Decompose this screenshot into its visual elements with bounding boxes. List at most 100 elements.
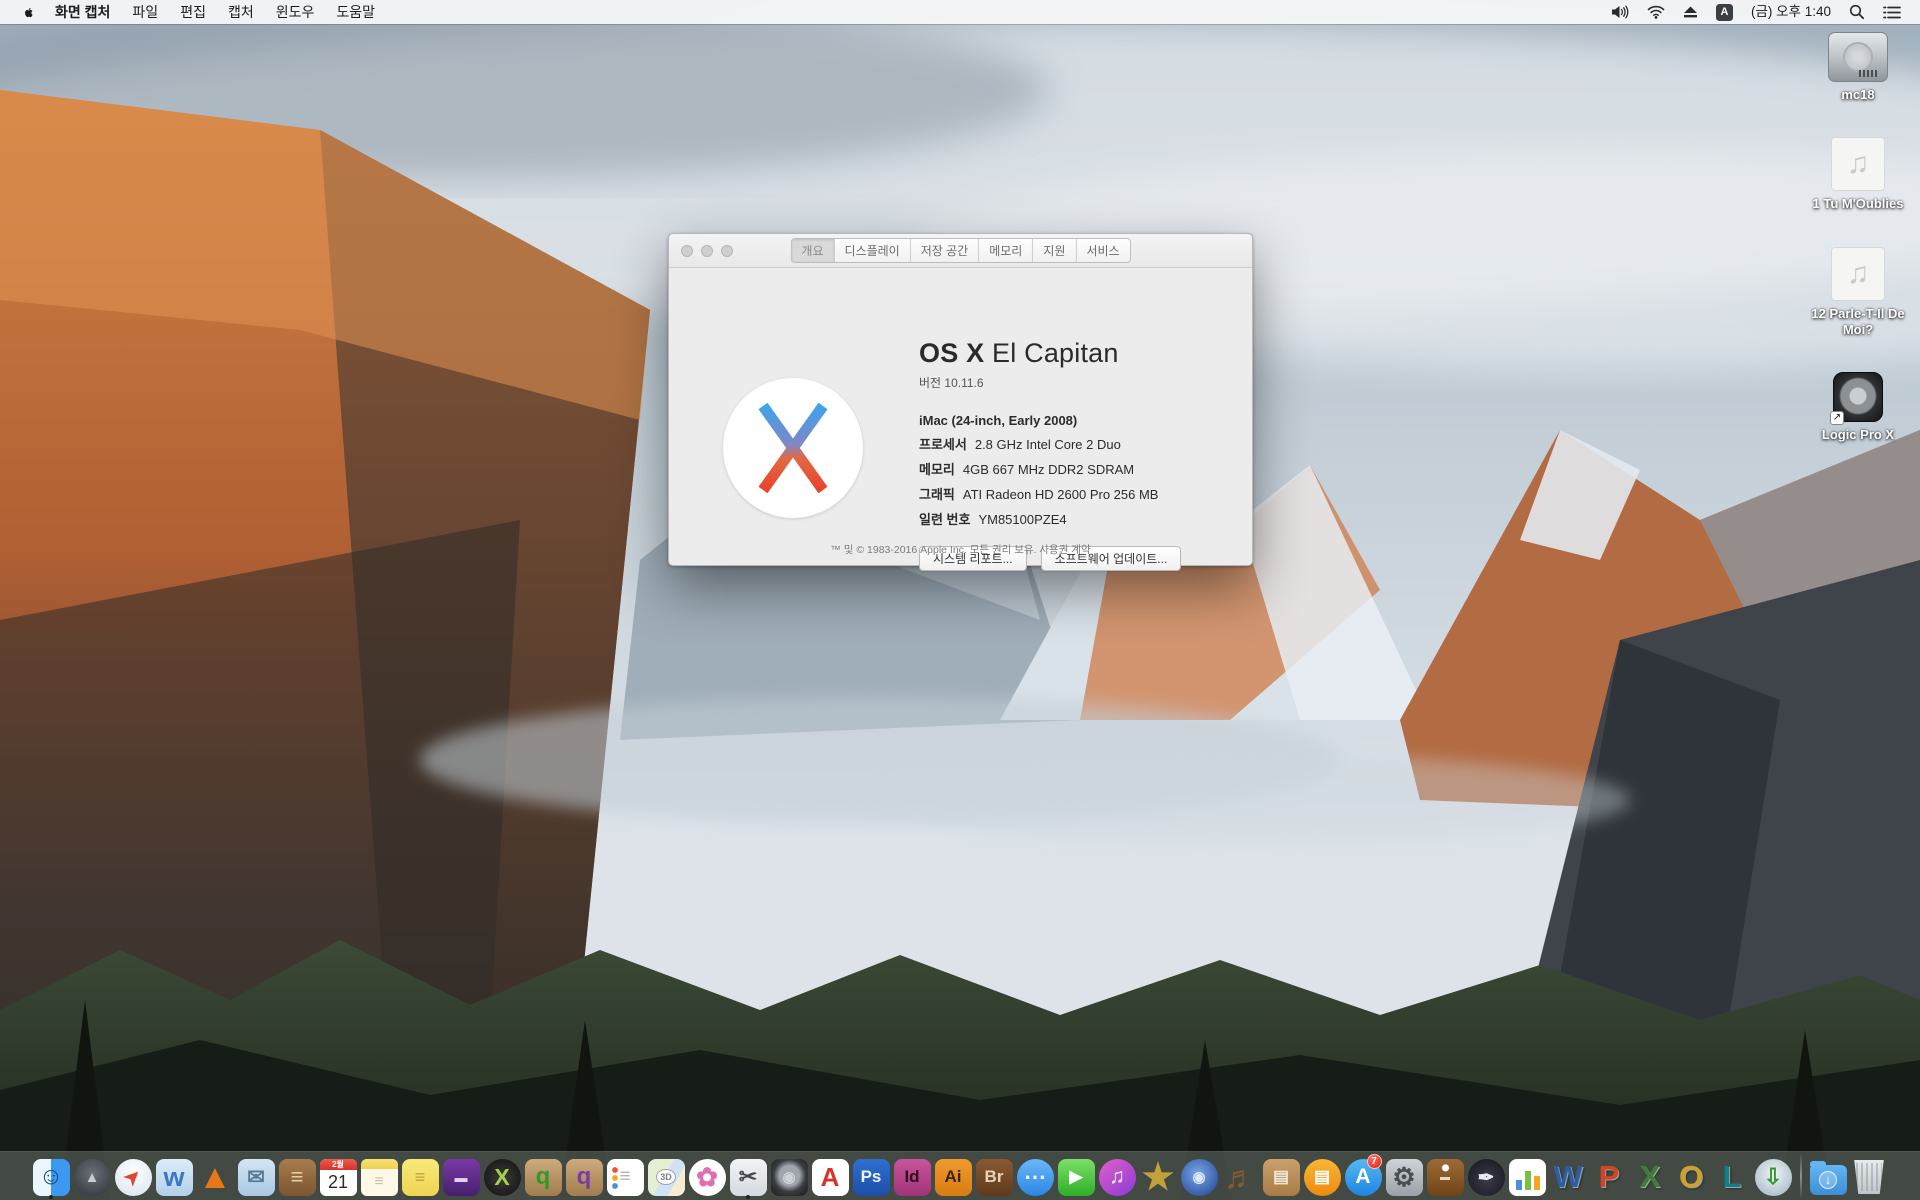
- dock-item-mail[interactable]: ✉: [236, 1154, 277, 1200]
- dock-item-grab-screen-capture[interactable]: ✂: [728, 1154, 769, 1200]
- menu-app-name[interactable]: 화면 캡처: [44, 0, 121, 24]
- menu-item-1[interactable]: 파일: [121, 0, 169, 24]
- dock-item-stuffit-expander[interactable]: q: [523, 1154, 564, 1200]
- reminders-icon: ≡: [607, 1159, 644, 1196]
- dock-item-photos[interactable]: ✿: [687, 1154, 728, 1200]
- dock-item-calendar[interactable]: 2월21: [318, 1154, 359, 1200]
- dock-item-acrobat[interactable]: A: [810, 1154, 851, 1200]
- dock-item-iweb[interactable]: w: [154, 1154, 195, 1200]
- wifi-icon[interactable]: [1638, 5, 1674, 19]
- vlc-icon: ▲: [197, 1159, 234, 1196]
- eject-icon[interactable]: [1674, 5, 1707, 19]
- input-source-icon[interactable]: A: [1707, 4, 1742, 21]
- indesign-icon: Id: [894, 1159, 931, 1196]
- menu-item-5[interactable]: 도움말: [325, 0, 386, 24]
- input-source-badge: A: [1716, 4, 1733, 21]
- dock-item-ms-excel[interactable]: X: [1630, 1154, 1671, 1200]
- dock-item-itunes[interactable]: ♫: [1097, 1154, 1138, 1200]
- bridge-glyph: Br: [985, 1167, 1004, 1187]
- menu-item-3[interactable]: 캡처: [217, 0, 265, 24]
- desktop-icon-audio-file-1[interactable]: ♫ 1 Tu M'Oublies: [1810, 137, 1906, 212]
- trash-icon: [1851, 1160, 1888, 1194]
- tab-3[interactable]: 메모리: [979, 239, 1033, 262]
- dock-item-pages[interactable]: ✒: [1466, 1154, 1507, 1200]
- menu-bar-clock[interactable]: (금) 오후 1:40: [1742, 0, 1840, 24]
- dock-item-notes[interactable]: ≡: [359, 1154, 400, 1200]
- dock-item-contacts[interactable]: ≡: [277, 1154, 318, 1200]
- facetime-icon: ▶: [1058, 1159, 1095, 1196]
- spec-row-0: 프로세서2.8 GHz Intel Core 2 Duo: [919, 434, 1239, 453]
- apple-menu[interactable]: [14, 4, 44, 21]
- dock: ☺▲➤w▲✉≡2월21≡≡▬Xqq≡3D✿✂◉APsIdAiBr⋯▶♫★◉♬▤▤…: [0, 1152, 1920, 1200]
- tab-5[interactable]: 서비스: [1076, 239, 1129, 262]
- close-button[interactable]: [681, 245, 693, 257]
- dock-item-launchpad[interactable]: ▲: [72, 1154, 113, 1200]
- desktop-icon-audio-file-12[interactable]: ♫12 Parle-T-Il De Moi?: [1810, 247, 1906, 339]
- dock-item-downloads-folder[interactable]: ↓: [1808, 1154, 1849, 1200]
- os-name-light: El Capitan: [984, 338, 1118, 368]
- mail-icon: ✉: [238, 1159, 275, 1196]
- dock-item-map-3d-app[interactable]: 3D: [646, 1154, 687, 1200]
- dock-item-photo-collage-corkboard[interactable]: ▤: [1261, 1154, 1302, 1200]
- desktop-icon-logic-pro-x-alias[interactable]: ↗Logic Pro X: [1810, 372, 1906, 443]
- dock-item-photoshop[interactable]: Ps: [851, 1154, 892, 1200]
- copyright-footer: ™ 및 © 1983-2016 Apple Inc. 모든 권리 보유. 사용권…: [669, 542, 1252, 557]
- toast-glyph: ▬: [455, 1170, 468, 1185]
- minimize-button[interactable]: [701, 245, 713, 257]
- dock-item-ms-outlook[interactable]: O: [1671, 1154, 1712, 1200]
- dock-item-trash[interactable]: [1849, 1154, 1890, 1200]
- desktop-icon-hard-drive-mc18[interactable]: mc18: [1810, 32, 1906, 103]
- dock-item-indesign[interactable]: Id: [892, 1154, 933, 1200]
- dock-item-globe-download-app[interactable]: ⇩: [1753, 1154, 1794, 1200]
- dock-item-stickies[interactable]: ≡: [400, 1154, 441, 1200]
- illustrator-icon: Ai: [935, 1159, 972, 1196]
- dock-item-reminders[interactable]: ≡: [605, 1154, 646, 1200]
- dock-item-ms-word[interactable]: W: [1548, 1154, 1589, 1200]
- vlc-glyph: ▲: [198, 1158, 232, 1197]
- dock-item-bridge[interactable]: Br: [974, 1154, 1015, 1200]
- volume-icon[interactable]: [1602, 5, 1638, 19]
- window-titlebar[interactable]: 개요디스플레이저장 공간메모리지원서비스: [669, 234, 1252, 268]
- tab-1[interactable]: 디스플레이: [835, 239, 911, 262]
- dock-item-app-store[interactable]: A7: [1343, 1154, 1384, 1200]
- dock-item-xee[interactable]: X: [482, 1154, 523, 1200]
- dock-item-numbers[interactable]: [1507, 1154, 1548, 1200]
- desktop-icon-label: 1 Tu M'Oublies: [1813, 196, 1904, 212]
- audio-file-icon: ♫: [1831, 137, 1885, 191]
- tab-0[interactable]: 개요: [791, 239, 834, 262]
- desktop-icon-column: mc18 ♫ 1 Tu M'Oublies ♫12 Parle-T-Il De Moi…: [1810, 32, 1906, 477]
- dock-item-ms-powerpoint[interactable]: P: [1589, 1154, 1630, 1200]
- notification-badge: 7: [1367, 1154, 1382, 1169]
- dock-item-ibooks[interactable]: ▤: [1302, 1154, 1343, 1200]
- spec-row-1: 메모리4GB 667 MHz DDR2 SDRAM: [919, 459, 1239, 478]
- desktop-icon-label: 12 Parle-T-Il De Moi?: [1810, 306, 1906, 339]
- dock-item-safari[interactable]: ➤: [113, 1154, 154, 1200]
- dock-item-toast[interactable]: ▬: [441, 1154, 482, 1200]
- dock-item-idvd[interactable]: ◉: [1179, 1154, 1220, 1200]
- drive-slots: [1859, 70, 1879, 77]
- notification-center-icon[interactable]: [1874, 6, 1910, 19]
- dock-item-logic-pro[interactable]: ◉: [769, 1154, 810, 1200]
- dock-item-stuffit-dropstuff[interactable]: q: [564, 1154, 605, 1200]
- tab-2[interactable]: 저장 공간: [911, 239, 980, 262]
- dock-item-system-preferences[interactable]: ⚙: [1384, 1154, 1425, 1200]
- dock-item-imovie[interactable]: ★: [1138, 1154, 1179, 1200]
- dock-item-ms-lync[interactable]: L: [1712, 1154, 1753, 1200]
- ms-word-icon: W: [1550, 1159, 1587, 1196]
- hard-drive-icon: [1828, 32, 1888, 82]
- ms-lync-glyph: L: [1723, 1159, 1742, 1195]
- zoom-button[interactable]: [721, 245, 733, 257]
- dock-item-finder[interactable]: ☺: [31, 1154, 72, 1200]
- menu-item-4[interactable]: 윈도우: [265, 0, 326, 24]
- dock-item-keynote[interactable]: ▬: [1425, 1154, 1466, 1200]
- dock-item-messages[interactable]: ⋯: [1015, 1154, 1056, 1200]
- menu-item-2[interactable]: 편집: [169, 0, 217, 24]
- dock-item-vlc[interactable]: ▲: [195, 1154, 236, 1200]
- dock-item-illustrator[interactable]: Ai: [933, 1154, 974, 1200]
- dock-item-garageband[interactable]: ♬: [1220, 1154, 1261, 1200]
- tab-4[interactable]: 지원: [1033, 239, 1076, 262]
- dock-item-facetime[interactable]: ▶: [1056, 1154, 1097, 1200]
- menu-bar: 화면 캡처파일편집캡처윈도우도움말 A (금) 오후 1:40: [0, 0, 1920, 24]
- spotlight-icon[interactable]: [1840, 4, 1874, 20]
- photo-collage-corkboard-icon: ▤: [1263, 1159, 1300, 1196]
